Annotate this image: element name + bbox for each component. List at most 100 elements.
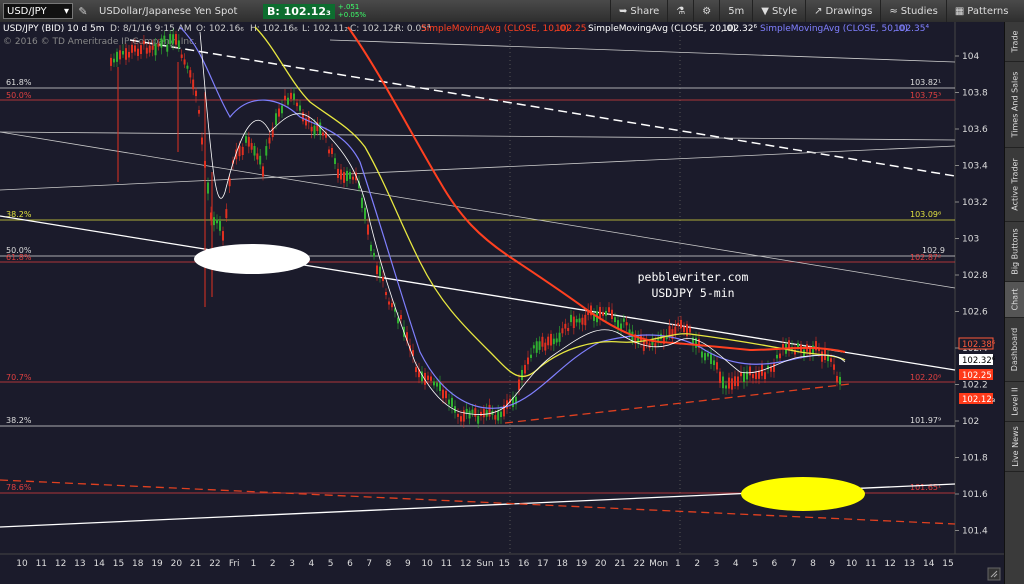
candle-body xyxy=(812,345,814,355)
x-tick-label: 11 xyxy=(441,559,452,569)
tab-active-trader[interactable]: Active Trader xyxy=(1005,148,1024,222)
sma10-label: SimpleMovingAvg (CLOSE, 10, 0) xyxy=(421,24,569,34)
candle-body xyxy=(445,390,447,399)
candle-body xyxy=(189,70,192,78)
candle-body xyxy=(228,178,231,187)
candle-body xyxy=(247,136,250,147)
price-badge-sma20: 102.32⁶ xyxy=(959,354,996,366)
candle-body xyxy=(157,43,160,47)
interval-button[interactable]: 5m xyxy=(719,0,752,22)
highlight-ellipse-yellow[interactable] xyxy=(741,477,865,511)
candle-body xyxy=(373,252,375,257)
y-tick-label: 102 xyxy=(962,417,979,427)
candle-body xyxy=(821,351,823,362)
y-tick-label: 101.8 xyxy=(962,454,988,464)
x-tick-label: 2 xyxy=(270,559,276,569)
candle-body xyxy=(253,145,256,156)
symbol-description: USDollar/Japanese Yen Spot xyxy=(99,5,238,17)
candle-body xyxy=(296,102,298,107)
symbol-selector[interactable]: USD/JPY ▾ xyxy=(3,3,73,19)
x-tick-label: 16 xyxy=(518,559,530,569)
candle-body xyxy=(160,38,163,48)
candle-body xyxy=(677,322,680,326)
candle-body xyxy=(427,375,429,380)
x-tick-label: 4 xyxy=(309,559,315,569)
candle-body xyxy=(689,327,691,333)
sma20-value: 102.32⁶ xyxy=(722,24,757,34)
candle-body xyxy=(488,404,491,417)
candle-body xyxy=(839,376,841,385)
x-tick-label: 14 xyxy=(93,559,105,569)
candle-body xyxy=(500,411,502,418)
patterns-button[interactable]: ▦ Patterns xyxy=(945,0,1017,22)
studies-button[interactable]: ≈ Studies xyxy=(880,0,946,22)
candle-body xyxy=(611,309,613,320)
style-icon: ▼ xyxy=(761,5,769,17)
tab-level-ii[interactable]: Level II xyxy=(1005,382,1024,422)
tab-trade[interactable]: Trade xyxy=(1005,22,1024,62)
fib-label: 70.7% xyxy=(6,373,32,382)
candle-body xyxy=(494,415,497,420)
watermark-line2: USDJPY 5-min xyxy=(651,286,734,300)
candle-body xyxy=(195,90,197,97)
candle-body xyxy=(755,372,757,380)
time-axis[interactable]: 10 11 12 13 14 15 18 19 20 21 22 Fri 1 2 3 4 5 6 7 8 9 10 11 12… xyxy=(16,559,953,569)
candle-body xyxy=(415,367,417,373)
drawings-button[interactable]: ↗ Drawings xyxy=(805,0,880,22)
x-tick-label: 13 xyxy=(904,559,915,569)
candle-body xyxy=(530,354,532,358)
patterns-icon: ▦ xyxy=(954,5,965,17)
highlight-ellipse-white[interactable] xyxy=(194,244,310,274)
candle-body xyxy=(614,317,616,323)
candle-body xyxy=(572,316,575,329)
chart-resize-handle[interactable] xyxy=(987,567,1001,581)
candle-body xyxy=(642,340,645,351)
candle-body xyxy=(764,372,766,380)
candle-body xyxy=(352,176,354,180)
tab-times-and-sales[interactable]: Times And Sales xyxy=(1005,62,1024,148)
x-tick-label: 7 xyxy=(791,559,797,569)
candle-body xyxy=(728,377,730,389)
tab-dashboard[interactable]: Dashboard xyxy=(1005,318,1024,382)
tab-live-news[interactable]: Live News xyxy=(1005,422,1024,472)
x-tick-label: 20 xyxy=(171,559,183,569)
candle-body xyxy=(281,105,283,114)
readout-close: C: 102.12₃ xyxy=(350,24,398,34)
candle-body xyxy=(602,312,604,316)
candle-body xyxy=(128,51,130,58)
candle-body xyxy=(169,34,172,45)
candle-body xyxy=(608,307,610,313)
candle-body xyxy=(361,197,363,209)
candle-body xyxy=(340,169,342,180)
candle-body xyxy=(578,318,581,323)
fib-value: 103.75³ xyxy=(910,91,941,100)
candle-body xyxy=(683,326,685,333)
x-tick-label: 20 xyxy=(595,559,607,569)
y-tick-label: 102.8 xyxy=(962,271,988,281)
flask-button[interactable]: ⚗ xyxy=(667,0,693,22)
flask-icon: ⚗ xyxy=(676,5,686,17)
candle-body xyxy=(477,415,480,424)
x-tick-label: 14 xyxy=(923,559,935,569)
settings-button[interactable]: ⚙ xyxy=(693,0,719,22)
candle-body xyxy=(830,358,832,362)
x-tick-label: 15 xyxy=(113,559,124,569)
tab-chart[interactable]: Chart xyxy=(1005,282,1024,318)
candle-body xyxy=(343,172,345,183)
tab-big-buttons[interactable]: Big Buttons xyxy=(1005,222,1024,282)
candle-body xyxy=(379,266,381,277)
candle-body xyxy=(570,314,572,323)
share-button[interactable]: ➥ Share xyxy=(610,0,667,22)
x-tick-label: 3 xyxy=(714,559,720,569)
candle-body xyxy=(134,45,136,52)
candle-body xyxy=(674,326,677,335)
pencil-icon[interactable]: ✎ xyxy=(73,5,93,18)
style-button[interactable]: ▼ Style xyxy=(752,0,805,22)
x-tick-label: 21 xyxy=(614,559,625,569)
fib-label: 61.8% xyxy=(6,78,32,87)
readout-date: D: 8/1/16 9:15 AM xyxy=(110,24,192,34)
candle-body xyxy=(550,333,552,346)
candle-body xyxy=(265,146,268,156)
x-tick-label: Mon xyxy=(649,559,668,569)
price-chart[interactable]: USD/JPY (BID) 10 d 5m D: 8/1/16 9:15 AM … xyxy=(0,22,1004,584)
